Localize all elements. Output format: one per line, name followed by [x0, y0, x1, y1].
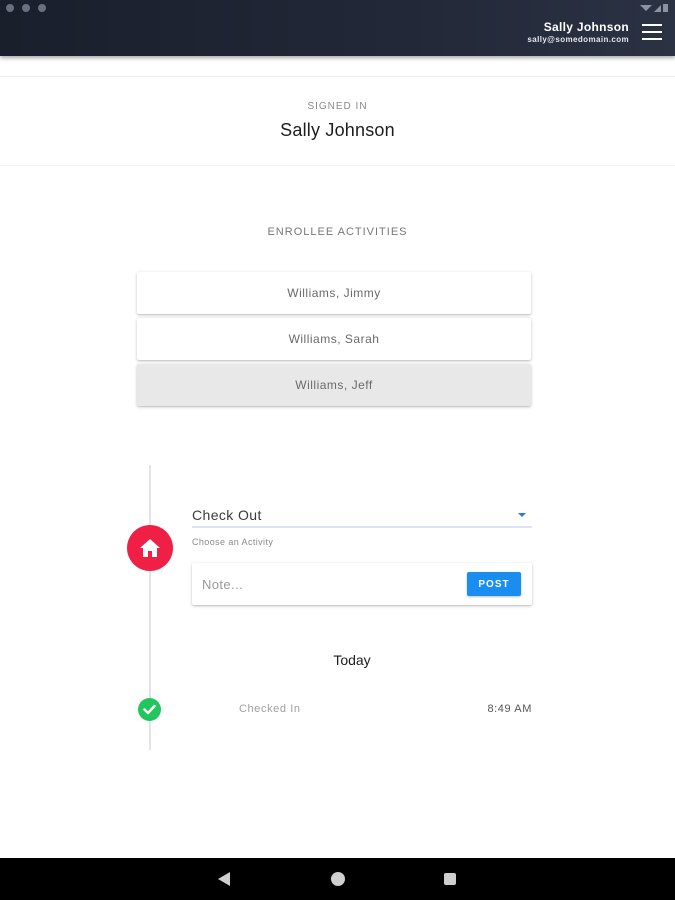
status-icon — [22, 4, 30, 12]
enrollee-item-sarah[interactable]: Williams, Sarah — [137, 318, 531, 360]
note-card: POST — [192, 563, 532, 605]
check-icon — [138, 698, 161, 721]
dropdown-caret-icon — [518, 513, 526, 517]
activity-helper-text: Choose an Activity — [192, 537, 274, 547]
timeline-event-label: Checked In — [239, 703, 301, 715]
signed-in-name: Sally Johnson — [280, 120, 395, 140]
signed-in-label: SIGNED IN — [307, 101, 368, 112]
activity-select-value: Check Out — [192, 507, 262, 523]
status-icon — [38, 4, 46, 12]
home-nav-icon[interactable] — [331, 872, 345, 886]
divider — [0, 76, 675, 77]
day-header: Today — [333, 652, 371, 668]
post-button[interactable]: POST — [467, 572, 521, 596]
hamburger-menu-icon[interactable] — [642, 24, 662, 40]
status-bar-left — [6, 4, 46, 12]
enrollee-item-jimmy[interactable]: Williams, Jimmy — [137, 272, 531, 314]
status-icon — [6, 4, 14, 12]
signal-battery-icon — [640, 4, 668, 12]
home-icon — [127, 525, 173, 571]
user-email: sally@somedomain.com — [527, 35, 629, 44]
timeline-event-time: 8:49 AM — [487, 703, 532, 715]
recent-apps-icon[interactable] — [444, 873, 456, 885]
app-bar: Sally Johnson sally@somedomain.com — [0, 0, 675, 56]
status-bar-right — [639, 3, 669, 13]
user-name: Sally Johnson — [543, 20, 629, 34]
enrollee-item-jeff[interactable]: Williams, Jeff — [137, 364, 531, 406]
user-info: Sally Johnson sally@somedomain.com — [527, 20, 629, 46]
enrollee-activities-title: ENROLLEE ACTIVITIES — [267, 226, 408, 238]
note-input[interactable] — [202, 573, 452, 595]
activity-select[interactable]: Check Out — [192, 504, 532, 528]
enrollee-list: Williams, Jimmy Williams, Sarah Williams… — [137, 272, 531, 410]
divider — [0, 165, 675, 166]
system-nav-bar — [0, 858, 675, 900]
back-icon[interactable] — [218, 872, 230, 886]
